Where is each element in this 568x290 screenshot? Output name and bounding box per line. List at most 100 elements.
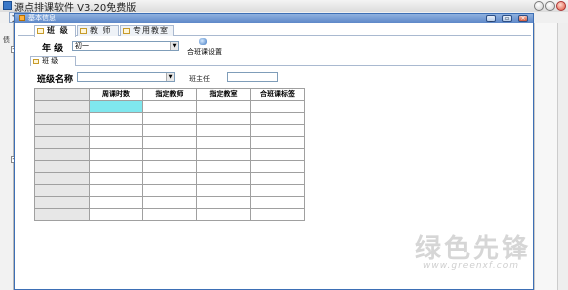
chevron-down-icon[interactable]: ▼: [166, 73, 174, 81]
grid-cell[interactable]: [142, 184, 197, 197]
side-caption: 债: [3, 36, 10, 44]
tab-class[interactable]: 班 级: [34, 25, 76, 37]
grid-cell[interactable]: [196, 136, 251, 149]
merge-class-icon[interactable]: [199, 38, 207, 45]
tab-teacher[interactable]: 教 师: [77, 25, 119, 36]
subtab-border: [30, 65, 531, 66]
table-row[interactable]: [34, 112, 305, 125]
table-row[interactable]: [34, 148, 305, 161]
app-icon: [3, 1, 12, 10]
row-header-cell[interactable]: [34, 208, 90, 221]
table-row[interactable]: [34, 208, 305, 221]
grid-cell[interactable]: [89, 208, 143, 221]
folder-icon: [33, 59, 39, 64]
table-row[interactable]: [34, 184, 305, 197]
inner-title-bar: [15, 14, 533, 23]
folder-icon: [80, 28, 87, 34]
grid-cell[interactable]: [142, 196, 197, 209]
table-row[interactable]: [34, 196, 305, 209]
row-header-cell[interactable]: [34, 172, 90, 185]
class-name-label: 班级名称: [37, 75, 74, 85]
grid-cell[interactable]: [196, 112, 251, 125]
grade-select[interactable]: 初一 ▼: [72, 41, 179, 51]
row-header-cell[interactable]: [34, 100, 90, 113]
merge-class-settings-button[interactable]: 合班课设置: [187, 47, 222, 57]
grid-cell[interactable]: [142, 100, 197, 113]
grid-cell[interactable]: [142, 172, 197, 185]
grid-cell[interactable]: [142, 124, 197, 137]
table-row[interactable]: [34, 172, 305, 185]
subtab-class[interactable]: 班 级: [30, 56, 76, 66]
row-header-cell[interactable]: [34, 112, 90, 125]
grid-cell[interactable]: [250, 100, 305, 113]
grid-cell[interactable]: [196, 100, 251, 113]
grade-label: 年 级: [42, 44, 64, 54]
column-header[interactable]: 指定教师: [142, 88, 197, 101]
grid-cell[interactable]: [250, 208, 305, 221]
row-header-cell[interactable]: [34, 124, 90, 137]
class-settings-grid: 周课时数 指定教师 指定教室 合班课标签: [34, 88, 305, 221]
column-header[interactable]: 合班课标签: [250, 88, 305, 101]
tab-teacher-label: 教 师: [90, 26, 112, 35]
grid-cell[interactable]: [250, 124, 305, 137]
table-row[interactable]: [34, 100, 305, 113]
grid-cell[interactable]: [142, 112, 197, 125]
grid-header-row: 周课时数 指定教师 指定教室 合班课标签: [34, 88, 305, 101]
grid-cell[interactable]: [142, 160, 197, 173]
watermark-logo-text: 绿色先锋: [415, 234, 532, 264]
row-header-cell[interactable]: [34, 196, 90, 209]
grid-cell[interactable]: [196, 184, 251, 197]
tab-special-room[interactable]: 专用教室: [120, 25, 174, 36]
inner-restore-icon[interactable]: ▫: [502, 15, 512, 22]
grid-cell[interactable]: [142, 148, 197, 161]
grid-cell[interactable]: [196, 196, 251, 209]
row-header-cell[interactable]: [34, 184, 90, 197]
grid-cell[interactable]: [196, 172, 251, 185]
column-header[interactable]: 周课时数: [89, 88, 143, 101]
grid-cell[interactable]: [89, 124, 143, 137]
grid-cell[interactable]: [196, 208, 251, 221]
row-header-cell[interactable]: [34, 148, 90, 161]
class-name-select[interactable]: ▼: [77, 72, 175, 82]
head-teacher-label: 班主任: [189, 75, 210, 83]
grid-cell[interactable]: [196, 124, 251, 137]
grid-cell[interactable]: [196, 160, 251, 173]
folder-icon: [123, 28, 130, 34]
row-header-cell[interactable]: [34, 160, 90, 173]
grid-cell[interactable]: [142, 136, 197, 149]
grid-cell[interactable]: [250, 112, 305, 125]
close-icon[interactable]: [556, 1, 566, 11]
grid-cell[interactable]: [250, 160, 305, 173]
grid-cell[interactable]: [89, 196, 143, 209]
grid-cell[interactable]: [250, 184, 305, 197]
grid-cell[interactable]: [250, 172, 305, 185]
grid-cell[interactable]: [89, 112, 143, 125]
grid-cell[interactable]: [142, 208, 197, 221]
grid-cell[interactable]: [89, 160, 143, 173]
inner-minimize-icon[interactable]: _: [486, 15, 496, 22]
inner-close-icon[interactable]: ×: [518, 15, 528, 22]
inner-window-title: 基本信息: [28, 14, 56, 22]
grid-cell[interactable]: [89, 148, 143, 161]
grid-cell[interactable]: [89, 184, 143, 197]
grid-cell[interactable]: [250, 196, 305, 209]
grid-cell[interactable]: [250, 136, 305, 149]
vertical-scrollbar[interactable]: [557, 23, 568, 290]
table-row[interactable]: [34, 124, 305, 137]
row-header-cell[interactable]: [34, 136, 90, 149]
grid-cell[interactable]: [89, 100, 143, 113]
column-header[interactable]: 指定教室: [196, 88, 251, 101]
grid-cell[interactable]: [250, 148, 305, 161]
grid-cell[interactable]: [89, 136, 143, 149]
maximize-icon[interactable]: [545, 1, 555, 11]
table-row[interactable]: [34, 160, 305, 173]
subtab-class-label: 班 级: [42, 57, 59, 65]
head-teacher-input[interactable]: [227, 72, 278, 82]
tab-class-label: 班 级: [47, 26, 69, 35]
chevron-down-icon[interactable]: ▼: [170, 42, 178, 50]
minimize-icon[interactable]: [534, 1, 544, 11]
grid-cell[interactable]: [89, 172, 143, 185]
grade-select-value: 初一: [75, 42, 89, 50]
table-row[interactable]: [34, 136, 305, 149]
grid-cell[interactable]: [196, 148, 251, 161]
